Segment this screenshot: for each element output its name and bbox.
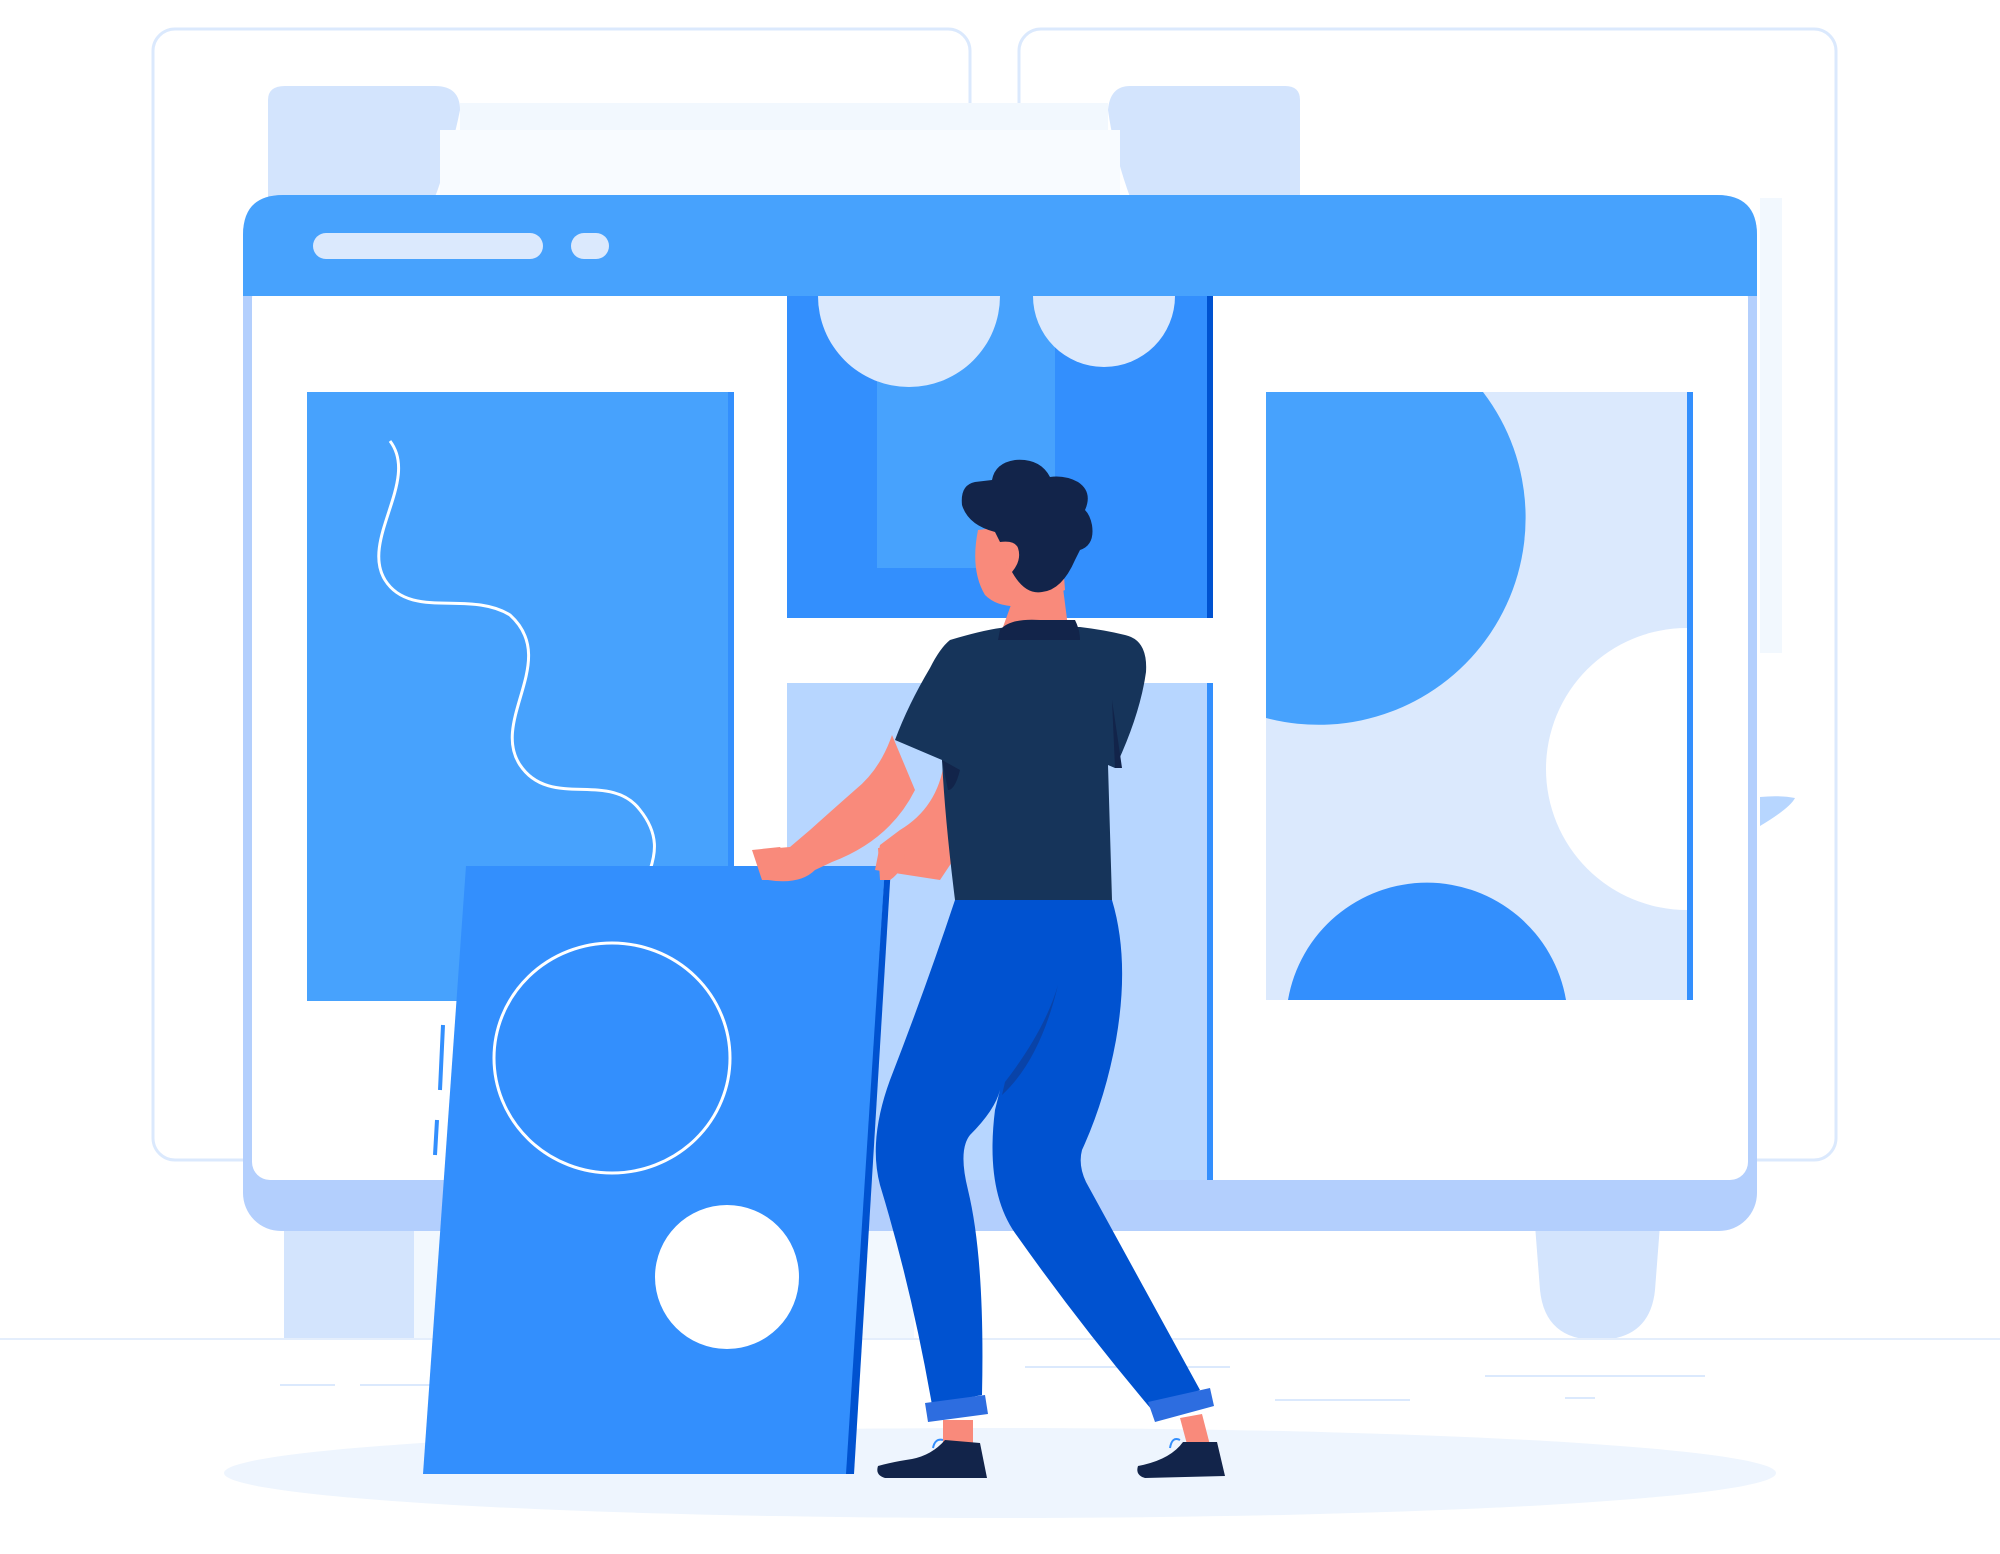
back-leg-right — [1535, 1225, 1660, 1340]
center-bottom-edge — [1207, 683, 1213, 1180]
back-side-panel — [1760, 198, 1782, 653]
back-tab-left — [268, 86, 460, 210]
back-leg-left — [284, 1225, 414, 1340]
window-control-button[interactable] — [571, 233, 609, 259]
image-card-panel — [423, 866, 885, 1474]
right-image-panel-edge — [1687, 392, 1693, 1000]
back-tab-right — [1108, 86, 1300, 210]
card-circle-filled — [655, 1205, 799, 1349]
center-top-edge — [1207, 296, 1213, 618]
image-card[interactable] — [423, 866, 891, 1474]
address-bar[interactable] — [313, 233, 543, 259]
illustration-canvas — [0, 27, 2000, 1518]
